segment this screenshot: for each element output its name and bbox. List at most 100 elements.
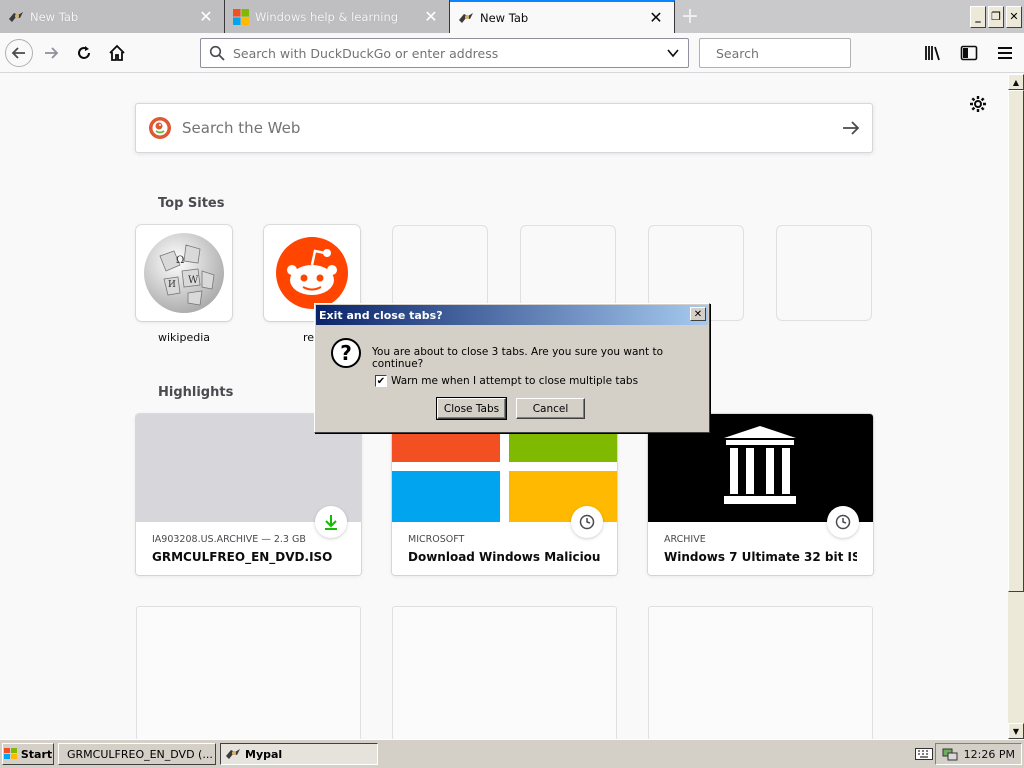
mypal-favicon-icon: [226, 749, 240, 759]
clock-icon: [827, 506, 859, 538]
mypal-favicon-icon: [8, 9, 24, 25]
web-search-input[interactable]: [182, 119, 842, 137]
close-tabs-dialog: Exit and close tabs? ✕ ? You are about t…: [314, 303, 710, 433]
microsoft-logo-icon: [233, 8, 249, 25]
download-icon: [315, 506, 347, 538]
highlight-card-microsoft[interactable]: MICROSOFT Download Windows Malicious So.…: [392, 414, 617, 575]
reload-button[interactable]: [69, 38, 99, 68]
highlight-card-archive[interactable]: ARCHIVE Windows 7 Ultimate 32 bit ISO (.…: [648, 414, 873, 575]
empty-highlight-card: [648, 606, 873, 739]
scroll-down-arrow-icon[interactable]: ▼: [1008, 723, 1024, 739]
home-icon: [109, 44, 125, 61]
sidebar-button[interactable]: [954, 38, 984, 68]
tab-strip: New Tab ✕ Windows help & learning ✕ New …: [0, 0, 1024, 33]
svg-text:И: И: [168, 280, 176, 290]
highlights-heading: Highlights: [158, 385, 234, 400]
back-arrow-icon: [11, 46, 25, 59]
scroll-thumb[interactable]: [1008, 90, 1024, 592]
forward-arrow-icon: [45, 46, 59, 59]
address-bar[interactable]: [200, 38, 689, 68]
clock[interactable]: 12:26 PM: [964, 748, 1015, 761]
start-label: Start: [20, 747, 53, 761]
dialog-titlebar: Exit and close tabs? ✕: [316, 305, 708, 325]
highlight-title: GRMCULFREO_EN_DVD.ISO: [152, 550, 333, 564]
dialog-message: You are about to close 3 tabs. Are you s…: [372, 346, 664, 370]
new-tab-plus-icon[interactable]: +: [675, 0, 705, 33]
highlight-card-download[interactable]: IA903208.US.ARCHIVE — 2.3 GB GRMCULFREO_…: [136, 414, 361, 575]
close-tabs-button[interactable]: Close Tabs: [436, 397, 507, 420]
address-input[interactable]: [233, 45, 666, 61]
back-button[interactable]: [5, 38, 33, 67]
dialog-close-icon[interactable]: ✕: [690, 307, 706, 321]
restore-icon[interactable]: ❐: [988, 5, 1004, 28]
search-bar[interactable]: [699, 38, 872, 68]
wikipedia-globe-icon: Ω W И: [144, 233, 224, 313]
chevron-down-icon[interactable]: [666, 46, 680, 60]
svg-text:Ω: Ω: [176, 255, 184, 266]
gear-icon[interactable]: [968, 94, 988, 114]
cancel-button[interactable]: Cancel: [516, 398, 585, 419]
close-tab-icon[interactable]: ✕: [423, 7, 439, 26]
top-site-empty[interactable]: [776, 225, 872, 321]
reload-icon: [78, 45, 90, 59]
taskbar-item-label: GRMCULFREO_EN_DVD (...: [67, 747, 213, 761]
top-site-tile[interactable]: Ω W И: [136, 225, 232, 321]
home-button[interactable]: [102, 38, 132, 68]
library-icon: [925, 46, 940, 61]
tab-label: New Tab: [30, 9, 79, 24]
network-icon[interactable]: [942, 746, 958, 762]
keyboard-icon[interactable]: [914, 745, 934, 763]
arrow-right-icon[interactable]: [842, 120, 860, 136]
taskbar-item-download[interactable]: GRMCULFREO_EN_DVD (...: [58, 743, 216, 765]
close-tab-icon[interactable]: ✕: [198, 7, 214, 26]
taskbar-item-mypal[interactable]: Mypal: [220, 743, 378, 765]
top-site-label: wikipedia: [157, 331, 210, 344]
sidebar-icon: [960, 45, 978, 61]
web-search-box[interactable]: [135, 103, 873, 153]
tab-windows-help[interactable]: Windows help & learning ✕: [225, 0, 450, 33]
highlight-title: Download Windows Malicious So...: [408, 550, 601, 564]
windows-flag-icon: [3, 748, 17, 759]
svg-text:W: W: [188, 275, 199, 286]
library-button[interactable]: [918, 38, 948, 68]
highlight-source: IA903208.US.ARCHIVE — 2.3 GB: [152, 534, 306, 545]
toolbar-right-buttons: [918, 38, 1024, 68]
menu-button[interactable]: [990, 38, 1020, 68]
search-icon: [209, 45, 225, 61]
empty-top-site-tile[interactable]: [776, 225, 872, 321]
warn-checkbox[interactable]: ✔: [375, 375, 387, 387]
dialog-title: Exit and close tabs?: [319, 308, 443, 322]
mypal-favicon-icon: [458, 10, 474, 26]
window-close-icon[interactable]: ✕: [1006, 5, 1022, 28]
highlight-source: ARCHIVE: [664, 534, 706, 545]
reddit-logo-icon: [276, 237, 348, 309]
tab-new-tab-active[interactable]: New Tab ✕: [450, 0, 675, 33]
system-tray: 12:26 PM: [934, 743, 1022, 765]
forward-button[interactable]: [36, 38, 66, 68]
archive-building-icon: [724, 426, 796, 504]
search-input[interactable]: [716, 45, 872, 61]
warn-checkbox-row[interactable]: ✔ Warn me when I attempt to close multip…: [375, 375, 638, 387]
close-tab-icon[interactable]: ✕: [648, 8, 664, 27]
warn-checkbox-label: Warn me when I attempt to close multiple…: [391, 375, 639, 387]
hamburger-menu-icon: [998, 47, 1012, 59]
empty-highlight-card: [136, 606, 361, 739]
clock-icon: [571, 506, 603, 538]
minimize-icon[interactable]: _: [970, 5, 986, 28]
navigation-toolbar: [0, 33, 1024, 73]
tab-strip-spacer: [705, 0, 970, 33]
duckduckgo-logo-icon: [149, 117, 171, 139]
window-controls: _ ❐ ✕: [970, 0, 1024, 33]
empty-highlight-card: [392, 606, 617, 739]
highlight-title: Windows 7 Ultimate 32 bit ISO (...: [664, 550, 857, 564]
highlight-source: MICROSOFT: [408, 534, 465, 545]
top-sites-heading: Top Sites: [158, 196, 225, 211]
scroll-up-arrow-icon[interactable]: ▲: [1008, 74, 1024, 90]
tab-new-tab-1[interactable]: New Tab ✕: [0, 0, 225, 33]
tab-label: Windows help & learning: [255, 9, 399, 24]
taskbar-item-label: Mypal: [245, 747, 283, 761]
question-icon: ?: [331, 338, 361, 368]
start-button[interactable]: Start: [2, 743, 54, 765]
vertical-scrollbar[interactable]: ▲ ▼: [1008, 74, 1024, 739]
top-site-wikipedia[interactable]: Ω W И wikipedia: [136, 225, 232, 344]
